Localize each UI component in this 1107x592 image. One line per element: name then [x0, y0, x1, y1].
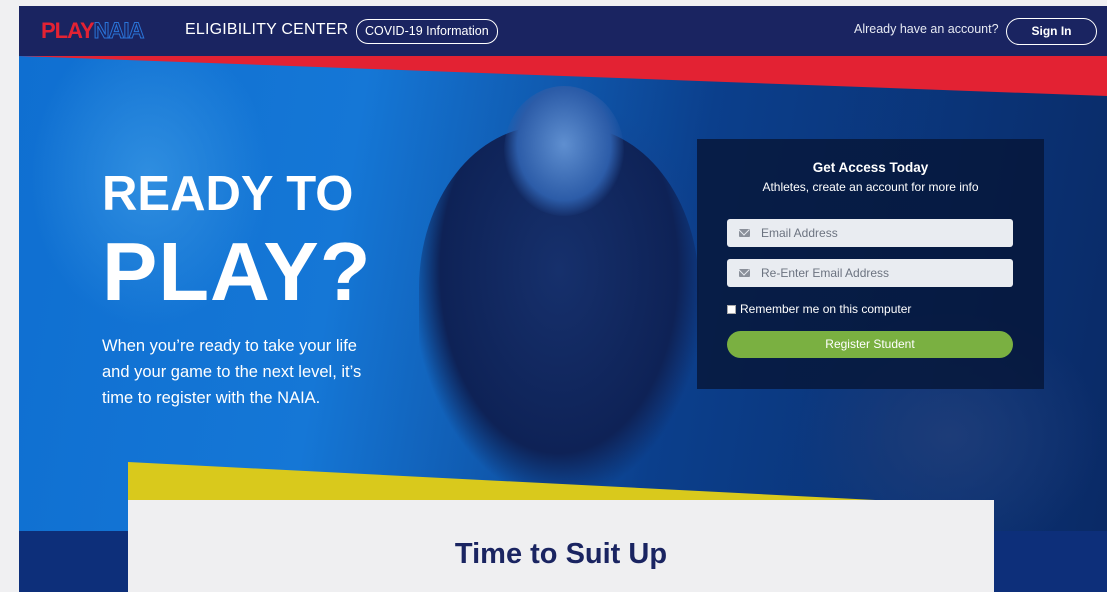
- card-subtitle: Athletes, create an account for more inf…: [762, 180, 979, 194]
- site-header: PLAYNAIA ELIGIBILITY CENTER COVID-19 Inf…: [19, 6, 1107, 56]
- reenter-email-input[interactable]: [761, 259, 1006, 287]
- remember-me-checkbox[interactable]: [727, 304, 736, 314]
- remember-me-row[interactable]: Remember me on this computer: [727, 302, 911, 316]
- email-field-wrapper: [727, 219, 1013, 247]
- hero-description: When you’re ready to take your life and …: [102, 337, 362, 407]
- email-input[interactable]: [761, 219, 1006, 247]
- register-card: Get Access Today Athletes, create an acc…: [697, 139, 1044, 389]
- covid-info-button[interactable]: COVID-19 Information: [356, 19, 498, 44]
- envelope-icon: [739, 269, 750, 277]
- logo-naia-text: NAIA: [93, 18, 145, 43]
- hero-headline-play: PLAY?: [102, 225, 372, 318]
- eligibility-center-link[interactable]: ELIGIBILITY CENTER: [185, 21, 348, 39]
- hero-headline-ready: READY TO: [102, 167, 354, 221]
- page-frame: PLAYNAIA ELIGIBILITY CENTER COVID-19 Inf…: [19, 6, 1107, 592]
- section-title: Time to Suit Up: [454, 538, 668, 570]
- card-title: Get Access Today: [812, 160, 929, 175]
- sign-in-button[interactable]: Sign In: [1006, 18, 1097, 45]
- helmet-photo: [504, 86, 624, 216]
- reemail-field-wrapper: [727, 259, 1013, 287]
- envelope-icon: [739, 229, 750, 237]
- suit-up-section: Time to Suit Up: [128, 500, 994, 592]
- already-account-text: Already have an account?: [854, 22, 999, 36]
- register-student-button[interactable]: Register Student: [727, 331, 1013, 358]
- remember-me-label: Remember me on this computer: [740, 302, 912, 316]
- playnaia-logo[interactable]: PLAYNAIA: [41, 18, 145, 43]
- logo-play-text: PLAY: [41, 18, 95, 43]
